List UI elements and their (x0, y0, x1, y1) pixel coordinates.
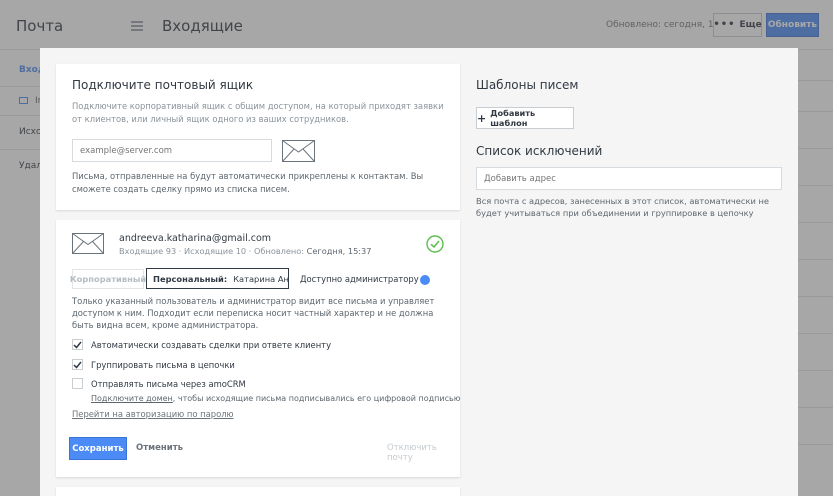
password-auth-link[interactable]: Перейти на авторизацию по паролю (72, 409, 234, 419)
save-button[interactable]: Сохранить (69, 437, 127, 460)
connect-note: Письма, отправленные на будут автоматиче… (72, 171, 424, 194)
cancel-button[interactable]: Отменить (136, 443, 183, 453)
account-email: andreeva.katharina@gmail.com (119, 233, 272, 244)
option-send-via-amocrm[interactable]: Отправлять письма через amoCRM (72, 378, 246, 389)
inbox-count: Входящие 93 (119, 246, 177, 256)
access-corporate-button[interactable]: Корпоративный (70, 269, 146, 289)
access-description: Только указанный пользователь и админист… (72, 296, 435, 330)
personal-user: Катарина Анд... (233, 273, 288, 284)
add-template-label: Добавить шаблон (490, 108, 536, 128)
option-label: Отправлять письма через amoCRM (91, 378, 246, 389)
checkmark-icon (73, 361, 82, 369)
account-stats: Входящие 93 · Исходящие 10 · Обновлено: … (119, 246, 372, 256)
admin-access-toggle[interactable] (420, 275, 430, 285)
envelope-icon[interactable] (282, 140, 315, 166)
updated-label: Обновлено: (253, 246, 305, 256)
connect-email-input[interactable] (72, 139, 272, 162)
connected-check-icon (426, 235, 444, 257)
connect-domain-link[interactable]: Подключите домен (91, 394, 173, 403)
envelope-icon (72, 233, 104, 258)
checkbox-send-via-amocrm[interactable] (72, 378, 83, 389)
option-label: Группировать письма в цепочки (91, 359, 235, 370)
connect-mailbox-card: Подключите почтовый ящик Подключите корп… (56, 64, 460, 210)
plus-icon: + (477, 111, 487, 125)
option-label: Автоматически создавать сделки при ответ… (91, 339, 332, 350)
mail-settings-modal: Подключите почтовый ящик Подключите корп… (40, 48, 798, 496)
access-personal-select[interactable]: Персональный: Катарина Анд... (146, 268, 289, 289)
checkmark-icon (73, 341, 82, 349)
checkbox-auto-deals[interactable] (72, 339, 83, 350)
exclusions-title: Список исключений (476, 144, 603, 158)
checkbox-group-threads[interactable] (72, 359, 83, 370)
admin-access-label: Доступно администратору (300, 274, 419, 284)
option-group-threads[interactable]: Группировать письма в цепочки (72, 359, 235, 370)
domain-hint-text: , чтобы исходящие письма подписывались е… (172, 394, 461, 403)
exclusions-note: Вся почта с адресов, занесенных в этот с… (476, 196, 770, 218)
add-template-button[interactable]: + Добавить шаблон (476, 107, 574, 129)
templates-title: Шаблоны писем (476, 78, 579, 92)
option-auto-deals[interactable]: Автоматически создавать сделки при ответ… (72, 339, 331, 350)
domain-hint: Подключите домен, чтобы исходящие письма… (91, 394, 460, 403)
personal-label: Персональный: (153, 273, 228, 284)
disconnect-mail-button[interactable]: Отключить почту (387, 443, 460, 463)
connect-title: Подключите почтовый ящик (72, 78, 254, 92)
connect-description: Подключите корпоративный ящик с общим до… (72, 101, 444, 124)
mail-account-card: andreeva.katharina@gmail.com Входящие 93… (56, 220, 460, 477)
exclusion-address-input[interactable] (476, 167, 782, 190)
outbox-count: Исходящие 10 (183, 246, 247, 256)
updated-value: Сегодня, 15:37 (306, 246, 372, 256)
next-card (56, 487, 460, 496)
